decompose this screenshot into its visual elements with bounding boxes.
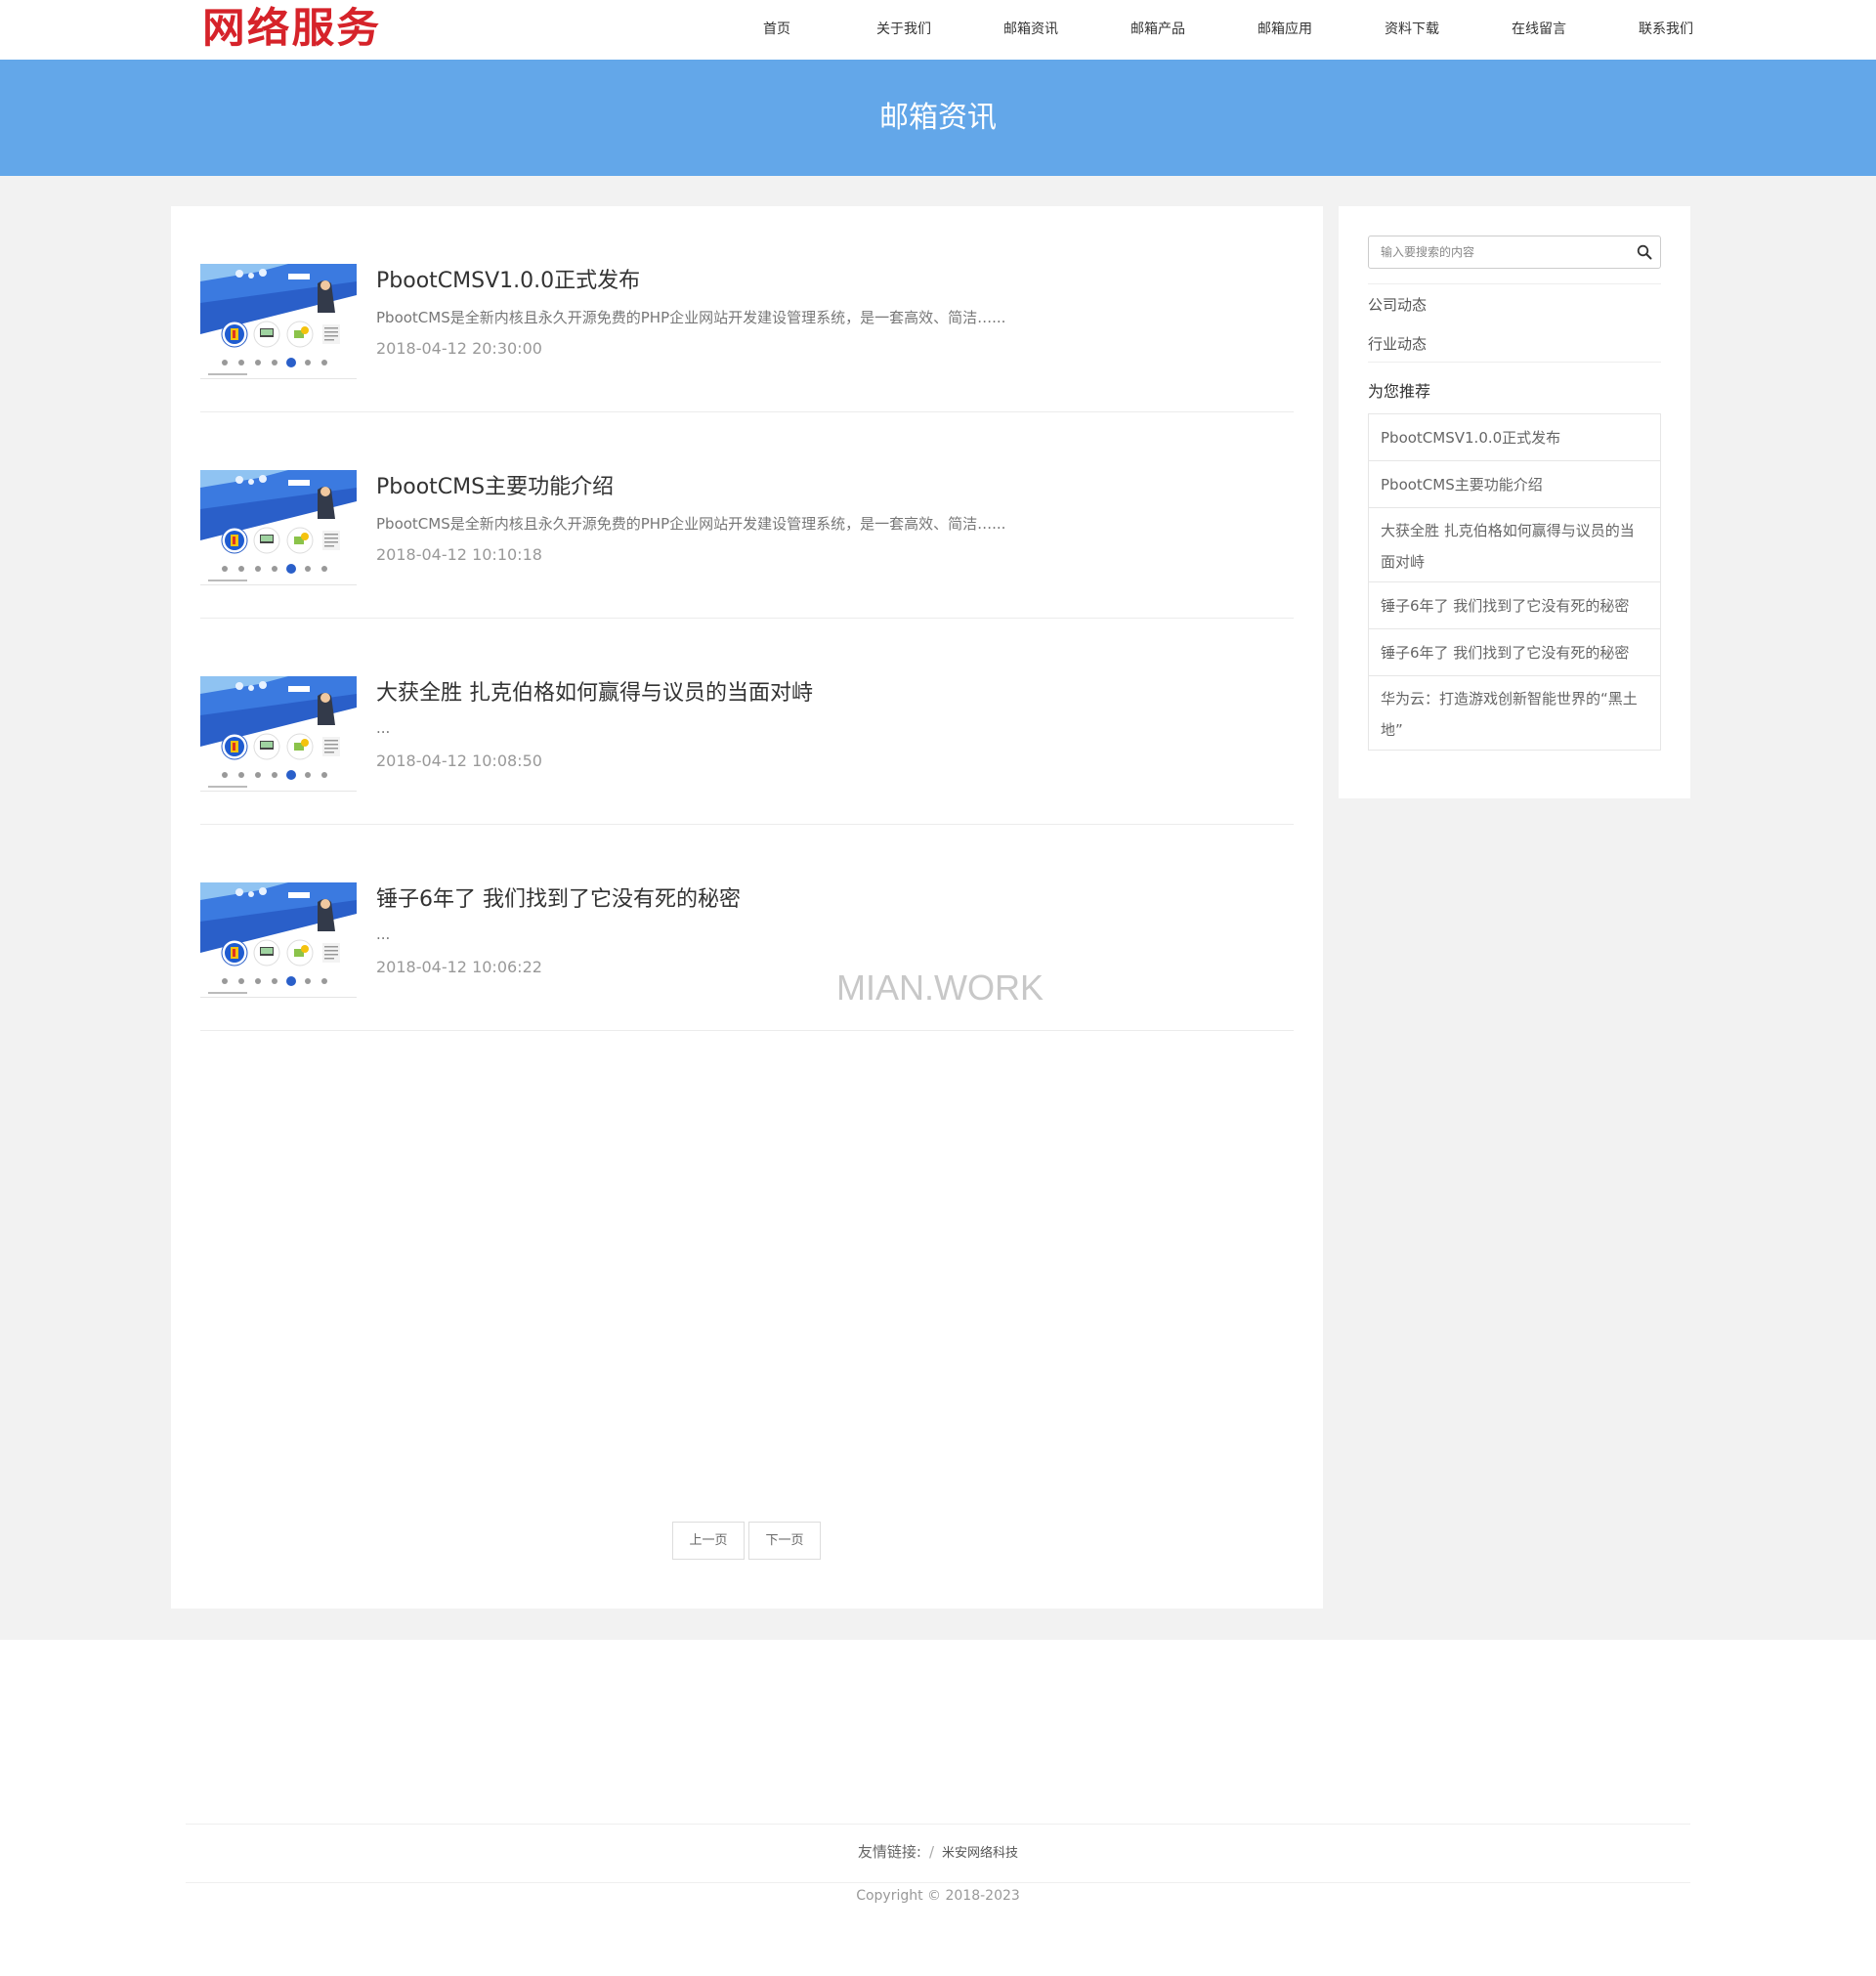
- recommend-list: PbootCMSV1.0.0正式发布 PbootCMS主要功能介绍 大获全胜 扎…: [1368, 413, 1661, 751]
- page-title: 邮箱资讯: [879, 101, 997, 135]
- nav-item-news[interactable]: 邮箱资讯: [967, 0, 1094, 60]
- divider: [1368, 283, 1661, 284]
- news-thumbnail[interactable]: [200, 264, 357, 381]
- news-date: 2018-04-12 10:08:50: [376, 752, 542, 770]
- nav-item-products[interactable]: 邮箱产品: [1094, 0, 1221, 60]
- recommend-heading: 为您推荐: [1368, 382, 1431, 401]
- news-date: 2018-04-12 10:10:18: [376, 545, 542, 564]
- nav-item-contact[interactable]: 联系我们: [1602, 0, 1729, 60]
- recommend-item[interactable]: PbootCMSV1.0.0正式发布: [1369, 414, 1660, 461]
- nav-item-downloads[interactable]: 资料下载: [1348, 0, 1475, 60]
- site-header: 网络服务 首页 关于我们 邮箱资讯 邮箱产品 邮箱应用 资料下载 在线留言 联系…: [0, 0, 1876, 60]
- divider: [186, 1882, 1690, 1883]
- recommend-item[interactable]: 华为云：打造游戏创新智能世界的“黑土地”: [1369, 676, 1660, 750]
- nav-item-message[interactable]: 在线留言: [1475, 0, 1602, 60]
- search-input[interactable]: [1369, 236, 1623, 268]
- thumbnail-illustration: [200, 470, 357, 587]
- site-logo[interactable]: 网络服务: [202, 2, 381, 55]
- watermark: MIAN.WORK: [836, 967, 1044, 1008]
- thumbnail-illustration: [200, 264, 357, 381]
- news-summary: ...: [376, 719, 391, 737]
- nav-item-apps[interactable]: 邮箱应用: [1221, 0, 1348, 60]
- category-link[interactable]: 公司动态: [1368, 294, 1427, 315]
- news-date: 2018-04-12 10:06:22: [376, 958, 542, 976]
- news-item[interactable]: 大获全胜 扎克伯格如何赢得与议员的当面对峙 ... 2018-04-12 10:…: [200, 619, 1294, 825]
- separator: /: [928, 1843, 935, 1861]
- news-summary: PbootCMS是全新内核且永久开源免费的PHP企业网站开发建设管理系统，是一套…: [376, 515, 1006, 533]
- nav-item-home[interactable]: 首页: [713, 0, 840, 60]
- news-item[interactable]: PbootCMSV1.0.0正式发布 PbootCMS是全新内核且永久开源免费的…: [200, 206, 1294, 412]
- news-item[interactable]: 锤子6年了 我们找到了它没有死的秘密 ... 2018-04-12 10:06:…: [200, 825, 1294, 1031]
- pagination: 上一页 下一页: [672, 1522, 821, 1560]
- recommend-item[interactable]: 锤子6年了 我们找到了它没有死的秘密: [1369, 582, 1660, 629]
- news-title[interactable]: PbootCMSV1.0.0正式发布: [376, 263, 640, 294]
- friend-links: 友情链接: / 米安网络科技: [0, 1841, 1876, 1862]
- news-title[interactable]: PbootCMS主要功能介绍: [376, 469, 614, 500]
- nav-item-about[interactable]: 关于我们: [840, 0, 967, 60]
- news-summary: PbootCMS是全新内核且永久开源免费的PHP企业网站开发建设管理系统，是一套…: [376, 309, 1006, 326]
- recommend-item[interactable]: 大获全胜 扎克伯格如何赢得与议员的当面对峙: [1369, 508, 1660, 582]
- page-banner: 邮箱资讯: [0, 60, 1876, 176]
- thumbnail-illustration: [200, 676, 357, 794]
- news-thumbnail[interactable]: [200, 882, 357, 1000]
- next-page-button[interactable]: 下一页: [748, 1522, 821, 1560]
- main-nav: 首页 关于我们 邮箱资讯 邮箱产品 邮箱应用 资料下载 在线留言 联系我们: [713, 0, 1729, 60]
- news-summary: ...: [376, 925, 391, 943]
- news-title[interactable]: 大获全胜 扎克伯格如何赢得与议员的当面对峙: [376, 675, 813, 707]
- news-item[interactable]: PbootCMS主要功能介绍 PbootCMS是全新内核且永久开源免费的PHP企…: [200, 412, 1294, 619]
- news-thumbnail[interactable]: [200, 676, 357, 794]
- prev-page-button[interactable]: 上一页: [672, 1522, 745, 1560]
- copyright: Copyright © 2018-2023: [856, 1888, 1020, 1904]
- recommend-item[interactable]: 锤子6年了 我们找到了它没有死的秘密: [1369, 629, 1660, 676]
- search-box: [1368, 236, 1661, 269]
- friend-link[interactable]: 米安网络科技: [942, 1846, 1018, 1861]
- news-thumbnail[interactable]: [200, 470, 357, 587]
- category-link[interactable]: 行业动态: [1368, 333, 1427, 354]
- sidebar: 公司动态 行业动态 为您推荐 PbootCMSV1.0.0正式发布 PbootC…: [1339, 206, 1690, 798]
- news-date: 2018-04-12 20:30:00: [376, 339, 542, 358]
- recommend-item[interactable]: PbootCMS主要功能介绍: [1369, 461, 1660, 508]
- search-icon[interactable]: [1637, 244, 1652, 260]
- thumbnail-illustration: [200, 882, 357, 1000]
- divider: [186, 1824, 1690, 1825]
- news-title[interactable]: 锤子6年了 我们找到了它没有死的秘密: [376, 881, 741, 913]
- news-list-panel: PbootCMSV1.0.0正式发布 PbootCMS是全新内核且永久开源免费的…: [171, 206, 1323, 1609]
- divider: [1368, 362, 1661, 363]
- friend-links-label: 友情链接:: [857, 1843, 921, 1861]
